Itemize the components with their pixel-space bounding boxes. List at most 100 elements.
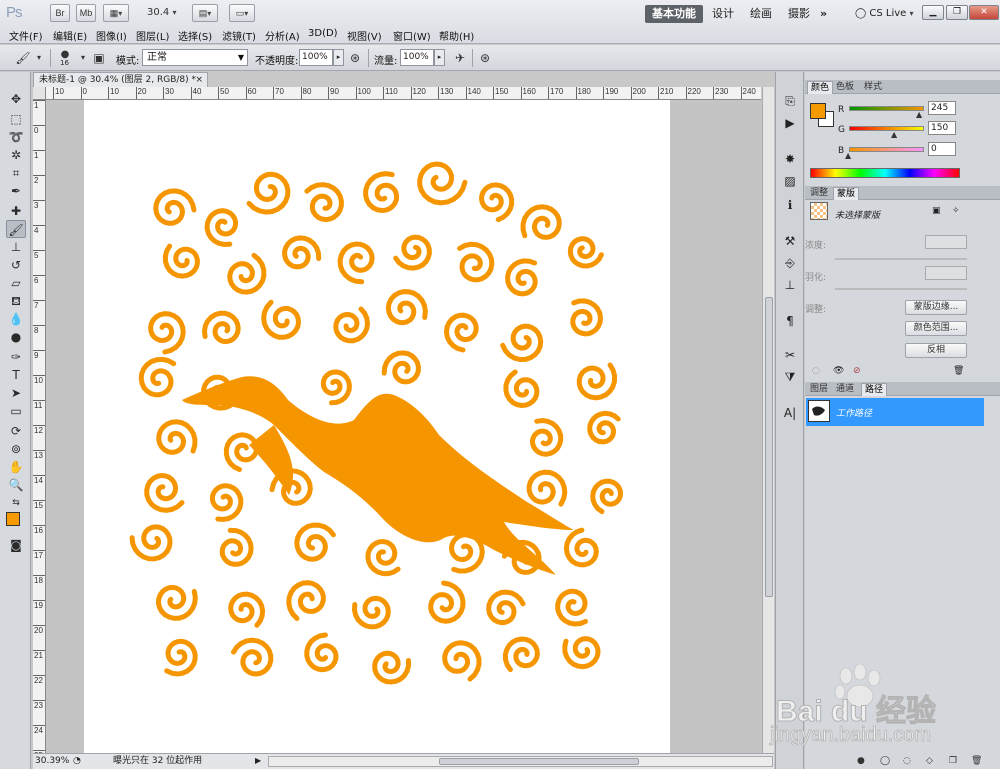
clone-stamp-tool-icon[interactable]: ⊥ — [6, 238, 26, 256]
usb-icon[interactable]: ⎆ — [780, 254, 800, 272]
clone-source-icon[interactable]: ▨ — [780, 172, 800, 190]
tab-paths[interactable]: 路径 — [861, 383, 888, 396]
menu-file[interactable]: 文件(F) — [9, 28, 43, 43]
vertical-scroll-thumb[interactable] — [765, 297, 773, 597]
screen-mode-button[interactable]: ▭▾ — [229, 4, 255, 22]
ruler-origin[interactable] — [33, 87, 46, 100]
swap-colors-icon[interactable]: ⇆ — [6, 494, 26, 512]
green-slider-thumb[interactable]: ▲ — [891, 130, 897, 139]
brush-panel-toggle-icon[interactable]: ▣ — [90, 49, 108, 67]
brush-panel-icon[interactable]: ✸ — [780, 150, 800, 168]
menu-filter[interactable]: 滤镜(T) — [222, 28, 256, 43]
tab-color[interactable]: 颜色 — [807, 81, 834, 94]
document-tab[interactable]: 未标题-1 @ 30.4% (图层 2, RGB/8) * × — [33, 72, 208, 87]
flow-input[interactable]: 100% — [400, 49, 434, 66]
vertical-ruler[interactable]: 1 0 1 2 3 4 5 6 7 8 9 10 11 12 13 14 15 16 17 18 19 20 21 22 23 2… — [33, 87, 46, 753]
actions-panel-icon[interactable]: ▶ — [780, 114, 800, 132]
blue-slider[interactable] — [849, 147, 924, 152]
invert-button[interactable]: 反相 — [905, 343, 967, 358]
horizontal-scroll-thumb[interactable] — [439, 758, 639, 765]
workspace-essentials[interactable]: 基本功能 — [645, 5, 703, 23]
3d-orbit-tool-icon[interactable]: ⊚ — [6, 440, 26, 458]
animation-panel-icon[interactable]: ⧩ — [780, 368, 800, 386]
foreground-color-swatch[interactable] — [6, 512, 20, 526]
status-zoom[interactable]: 30.39% — [35, 754, 69, 768]
apply-mask-icon[interactable]: 👁 — [833, 366, 844, 376]
brush-tool-icon[interactable]: 🖌 — [6, 220, 26, 238]
paragraph-panel-icon[interactable]: ¶ — [780, 312, 800, 330]
move-tool-icon[interactable]: ✥ — [6, 90, 26, 108]
pixel-mask-icon[interactable]: ▣ — [932, 206, 941, 216]
pen-tool-icon[interactable]: ✑ — [6, 348, 26, 366]
stamp-icon[interactable]: ⊥ — [780, 276, 800, 294]
disable-mask-icon[interactable]: ⊘ — [853, 366, 861, 376]
shape-tool-icon[interactable]: ▭ — [6, 402, 26, 420]
airbrush-icon[interactable]: ✈ — [451, 49, 469, 67]
eyedropper-tool-icon[interactable]: ✒ — [6, 182, 26, 200]
character-panel-icon[interactable]: A| — [780, 404, 800, 422]
vertical-scrollbar[interactable] — [762, 87, 774, 753]
marquee-tool-icon[interactable]: ⬚ — [6, 110, 26, 128]
mini-bridge-button[interactable]: Mb — [76, 4, 96, 22]
tab-channels[interactable]: 通道 — [833, 383, 857, 396]
menu-image[interactable]: 图像(I) — [96, 28, 127, 43]
delete-mask-icon[interactable]: 🗑 — [953, 366, 964, 376]
close-window-button[interactable]: ✕ — [969, 5, 999, 20]
quick-selection-tool-icon[interactable]: ✲ — [6, 146, 26, 164]
tab-masks[interactable]: 蒙版 — [833, 187, 860, 200]
horizontal-ruler[interactable]: 10 0 10 20 30 40 50 60 70 80 90 100 110 120 130 140 150 1… — [45, 87, 761, 100]
opacity-slider-toggle[interactable]: ▸ — [333, 49, 344, 66]
lasso-tool-icon[interactable]: ➰ — [6, 128, 26, 146]
spot-healing-tool-icon[interactable]: ✚ — [6, 202, 26, 220]
path-row-work-path[interactable]: 工作路径 — [806, 398, 984, 426]
workspace-photography[interactable]: 摄影 — [788, 5, 810, 23]
crop-tool-icon[interactable]: ⌗ — [6, 164, 26, 182]
zoom-tool-icon[interactable]: 🔍 — [6, 476, 26, 494]
red-slider-thumb[interactable]: ▲ — [916, 110, 922, 119]
status-menu-arrow-icon[interactable]: ▶ — [255, 754, 261, 768]
menu-view[interactable]: 视图(V) — [347, 28, 382, 43]
info-panel-icon[interactable]: ℹ — [780, 196, 800, 214]
arrange-documents-button[interactable]: ▤▾ — [192, 4, 218, 22]
workspace-painting[interactable]: 绘画 — [750, 5, 772, 23]
menu-select[interactable]: 选择(S) — [178, 28, 212, 43]
path-selection-tool-icon[interactable]: ➤ — [6, 384, 26, 402]
mask-edge-button[interactable]: 蒙版边缘... — [905, 300, 967, 315]
minimize-button[interactable]: ▁ — [922, 5, 944, 20]
history-panel-icon[interactable]: ⎘ — [780, 92, 800, 110]
menu-analysis[interactable]: 分析(A) — [265, 28, 300, 43]
view-extras-button[interactable]: ▦▾ — [103, 4, 129, 22]
eraser-tool-icon[interactable]: ▱ — [6, 274, 26, 292]
status-info[interactable]: 曝光只在 32 位起作用 — [113, 754, 202, 768]
green-value-input[interactable]: 150 — [928, 121, 956, 135]
restore-button[interactable]: ❐ — [946, 5, 968, 20]
document-canvas[interactable] — [84, 100, 670, 753]
opacity-input[interactable]: 100% — [299, 49, 333, 66]
hand-tool-icon[interactable]: ✋ — [6, 458, 26, 476]
tablet-opacity-icon[interactable]: ⊛ — [346, 49, 364, 67]
menu-edit[interactable]: 编辑(E) — [53, 28, 87, 43]
paint-bucket-tool-icon[interactable]: ⛾ — [6, 292, 26, 310]
color-spectrum-bar[interactable] — [810, 168, 960, 178]
cs-live-button[interactable]: ◯ CS Live ▾ — [855, 5, 914, 23]
green-slider[interactable] — [849, 126, 924, 131]
history-brush-tool-icon[interactable]: ↺ — [6, 256, 26, 274]
close-document-icon[interactable]: × — [195, 73, 203, 87]
tablet-size-icon[interactable]: ⊛ — [476, 49, 494, 67]
dodge-tool-icon[interactable]: ● — [6, 328, 26, 346]
red-value-input[interactable]: 245 — [928, 101, 956, 115]
tab-layers[interactable]: 图层 — [807, 383, 831, 396]
blue-slider-thumb[interactable]: ▲ — [845, 151, 851, 160]
3d-panel-icon[interactable]: ✂ — [780, 346, 800, 364]
bridge-button[interactable]: Br — [50, 4, 70, 22]
blur-tool-icon[interactable]: 💧 — [6, 310, 26, 328]
blend-mode-select[interactable]: 正常 ▼ — [142, 49, 248, 66]
menu-3d[interactable]: 3D(D) — [308, 28, 338, 39]
foreground-color-box[interactable] — [810, 103, 826, 119]
flow-slider-toggle[interactable]: ▸ — [434, 49, 445, 66]
more-workspaces-button[interactable]: » — [820, 5, 827, 23]
tab-styles[interactable]: 样式 — [861, 81, 885, 94]
tool-presets-icon[interactable]: ⚒ — [780, 232, 800, 250]
load-selection-icon[interactable]: ◌ — [812, 366, 820, 376]
tab-swatches[interactable]: 色板 — [833, 81, 857, 94]
